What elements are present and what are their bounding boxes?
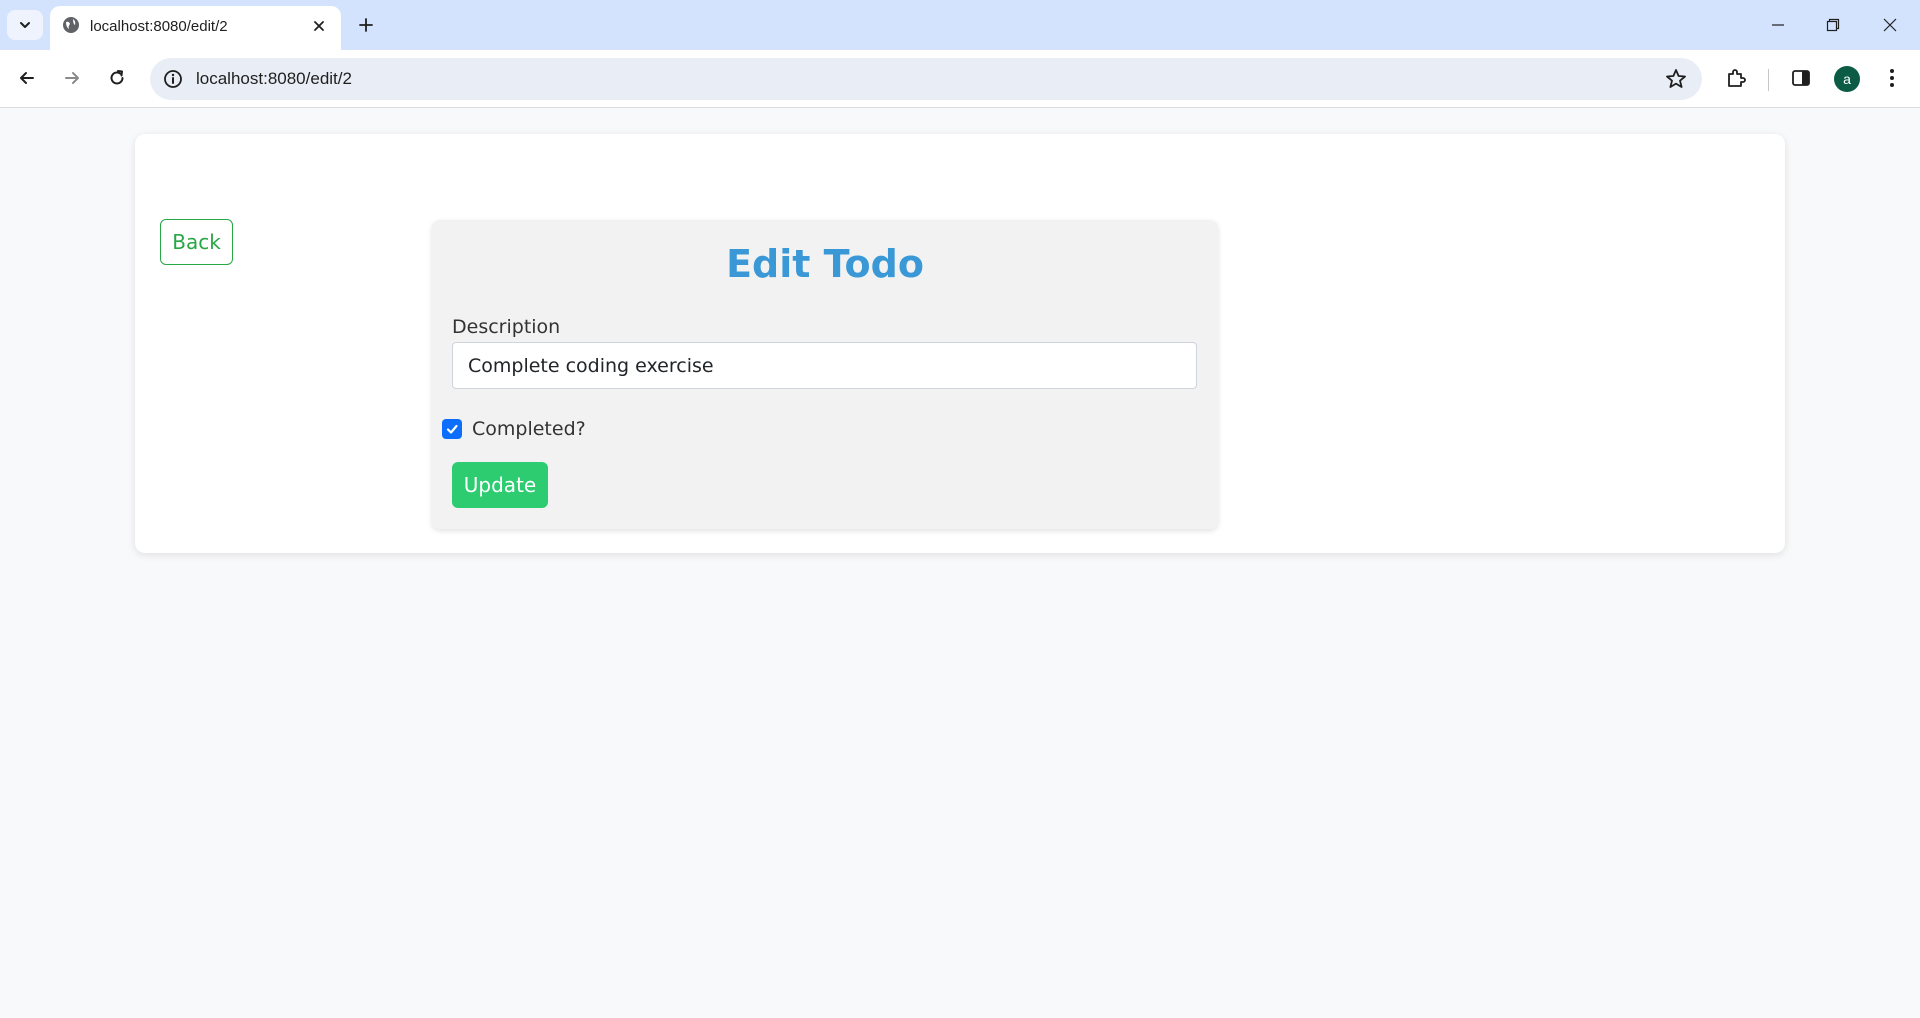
address-bar[interactable]: localhost:8080/edit/2 xyxy=(150,58,1702,100)
close-icon xyxy=(1883,18,1897,32)
extensions-button[interactable] xyxy=(1718,60,1754,96)
info-icon[interactable] xyxy=(162,68,184,90)
url-text[interactable]: localhost:8080/edit/2 xyxy=(196,69,352,89)
side-panel-icon xyxy=(1792,70,1810,86)
reload-icon xyxy=(110,70,124,85)
minimize-icon xyxy=(1772,24,1784,26)
minimize-button[interactable] xyxy=(1758,8,1798,42)
tab-strip: localhost:8080/edit/2 xyxy=(0,0,1920,50)
back-button[interactable]: Back xyxy=(160,219,233,265)
completed-label: Completed? xyxy=(472,418,586,440)
browser-tab[interactable]: localhost:8080/edit/2 xyxy=(50,6,341,50)
close-window-button[interactable] xyxy=(1870,8,1910,42)
form-title: Edit Todo xyxy=(726,242,924,286)
tab-close-button[interactable] xyxy=(307,14,331,38)
completed-row: Completed? xyxy=(442,415,586,443)
tab-title: localhost:8080/edit/2 xyxy=(90,18,228,35)
arrow-right-icon xyxy=(65,72,79,84)
description-input[interactable] xyxy=(452,342,1197,389)
restore-icon xyxy=(1826,18,1840,32)
puzzle-icon xyxy=(1728,69,1746,87)
description-label: Description xyxy=(452,316,561,338)
checkmark-icon xyxy=(446,424,458,434)
kebab-menu-icon xyxy=(1890,69,1894,87)
globe-icon xyxy=(63,17,79,33)
back-nav-button[interactable] xyxy=(9,60,45,96)
menu-button[interactable] xyxy=(1874,60,1910,96)
completed-checkbox[interactable] xyxy=(442,419,462,439)
side-panel-button[interactable] xyxy=(1783,60,1819,96)
close-icon xyxy=(314,21,324,31)
arrow-left-icon xyxy=(20,72,34,84)
forward-nav-button[interactable] xyxy=(54,60,90,96)
plus-icon xyxy=(359,18,373,32)
restore-button[interactable] xyxy=(1813,8,1853,42)
browser-toolbar: localhost:8080/edit/2 xyxy=(0,50,1920,108)
update-button[interactable]: Update xyxy=(452,462,548,508)
edit-todo-form: Edit Todo Description Completed? Update xyxy=(432,220,1218,529)
toolbar-divider xyxy=(1768,69,1769,91)
bookmark-star-icon[interactable] xyxy=(1664,67,1688,91)
reload-button[interactable] xyxy=(99,60,135,96)
new-tab-button[interactable] xyxy=(351,10,381,40)
tab-search-button[interactable] xyxy=(7,10,43,40)
profile-avatar[interactable]: a xyxy=(1834,66,1860,92)
chevron-down-icon xyxy=(20,22,30,28)
